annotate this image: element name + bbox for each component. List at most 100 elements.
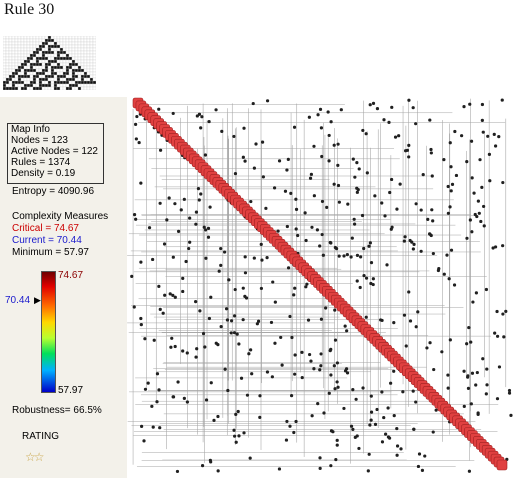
matrix-node-dot — [222, 250, 227, 254]
matrix-node-dot — [137, 140, 141, 145]
matrix-node-dot — [364, 132, 368, 136]
rule-grid-cell — [47, 65, 52, 70]
rule-grid-cell — [47, 44, 52, 49]
rule-grid-cell — [14, 80, 19, 85]
matrix-node-dot — [368, 423, 372, 427]
matrix-node-dot — [229, 331, 233, 335]
rule-grid-cell — [50, 74, 55, 79]
matrix-node-dot — [277, 159, 282, 163]
rule-grid-cell — [53, 56, 58, 61]
matrix-node-dot — [307, 115, 311, 119]
rule-grid-cell — [32, 36, 37, 40]
rule-grid-cell — [14, 71, 19, 76]
matrix-node-dot — [276, 229, 280, 233]
rule-grid-cell — [62, 44, 67, 49]
rule-grid-cell — [92, 50, 96, 55]
rule-grid-cell — [92, 68, 96, 73]
rule-grid-cell — [59, 38, 64, 43]
matrix-node-dot — [329, 464, 333, 468]
matrix-node-dot — [357, 446, 361, 451]
rule-grid-cell — [38, 62, 43, 67]
matrix-node-dot — [392, 369, 396, 373]
rule-grid-cell — [83, 41, 88, 46]
rule-grid-cell — [71, 38, 76, 43]
rule-grid-cell — [68, 59, 73, 64]
matrix-node-dot — [169, 345, 173, 349]
matrix-node-dot — [265, 256, 269, 260]
rule-grid-cell — [86, 56, 91, 61]
rule-grid-cell — [32, 47, 37, 52]
matrix-node-dot — [460, 134, 464, 138]
rule-grid-cell — [35, 53, 40, 58]
rule-grid-cell — [74, 41, 79, 46]
matrix-node-dot — [185, 351, 189, 355]
rule-grid-cell — [80, 47, 85, 52]
scale-current-label: 70.44 — [5, 295, 31, 307]
rule-grid-cell — [44, 41, 49, 46]
matrix-node-dot — [382, 415, 386, 420]
rule-grid-cell — [26, 53, 31, 58]
rule-grid-cell — [32, 38, 37, 43]
matrix-node-dot — [449, 165, 453, 169]
matrix-node-dot — [294, 197, 298, 201]
matrix-node-dot — [285, 224, 289, 229]
rule-grid-cell — [59, 65, 64, 70]
rule-grid-cell — [29, 80, 34, 85]
matrix-node-dot — [237, 434, 241, 438]
rule-grid-cell — [56, 53, 61, 58]
matrix-node-dot — [398, 182, 402, 186]
complexity-color-scale — [41, 271, 56, 393]
rule-grid-cell — [80, 62, 85, 67]
rule-grid-cell — [20, 71, 25, 76]
rule-grid-cell — [26, 38, 31, 43]
minimum-value: Minimum = 57.97 — [12, 247, 89, 258]
rule-grid-cell — [53, 65, 58, 70]
rule-grid-cell — [71, 59, 76, 64]
rule-grid-cell — [92, 36, 96, 40]
matrix-node-dot — [158, 307, 162, 311]
matrix-node-dot — [364, 276, 369, 280]
matrix-node-dot — [265, 99, 270, 103]
rule-grid-cell — [38, 53, 43, 58]
rule-grid-cell — [83, 83, 88, 88]
matrix-node-dot — [241, 286, 245, 290]
matrix-node-dot — [446, 373, 450, 377]
rule-grid-cell — [23, 86, 28, 90]
rule-grid-cell — [44, 86, 49, 90]
matrix-node-dot — [176, 229, 181, 233]
matrix-node-dot — [139, 323, 143, 327]
matrix-node-dot — [329, 429, 334, 433]
rule-grid-cell — [65, 86, 70, 90]
rule-grid-cell — [53, 68, 58, 73]
rule-grid-cell — [20, 41, 25, 46]
matrix-node-dot — [216, 469, 220, 473]
rule-grid-cell — [56, 38, 61, 43]
matrix-node-dot — [204, 398, 209, 402]
matrix-node-dot — [209, 460, 213, 464]
rule-grid-cell — [23, 36, 28, 40]
rule-grid-cell — [11, 41, 16, 46]
matrix-node-dot — [354, 397, 358, 401]
matrix-node-dot — [388, 190, 392, 195]
matrix-node-dot — [233, 434, 237, 438]
matrix-node-dot — [245, 393, 250, 397]
rule-grid-cell — [23, 38, 28, 43]
scale-min-label: 57.97 — [58, 385, 84, 396]
rule-grid-cell — [14, 41, 19, 46]
rule-grid-cell — [29, 47, 34, 52]
matrix-node-dot — [397, 134, 401, 138]
matrix-node-dot — [243, 159, 247, 163]
matrix-node-dot — [230, 319, 234, 323]
rule-grid-cell — [38, 47, 43, 52]
rule-grid-cell — [38, 65, 43, 70]
rule-grid-cell — [5, 86, 10, 90]
rule-grid-cell — [5, 71, 10, 76]
rule-grid-cell — [77, 38, 82, 43]
entropy-value: Entropy = 4090.96 — [12, 186, 95, 197]
matrix-node-dot — [448, 338, 452, 342]
rule-grid-cell — [23, 74, 28, 79]
rule-grid-cell — [35, 44, 40, 49]
rule-grid-cell — [47, 77, 52, 82]
rule-grid-cell — [35, 74, 40, 79]
rule-grid-cell — [89, 36, 94, 40]
